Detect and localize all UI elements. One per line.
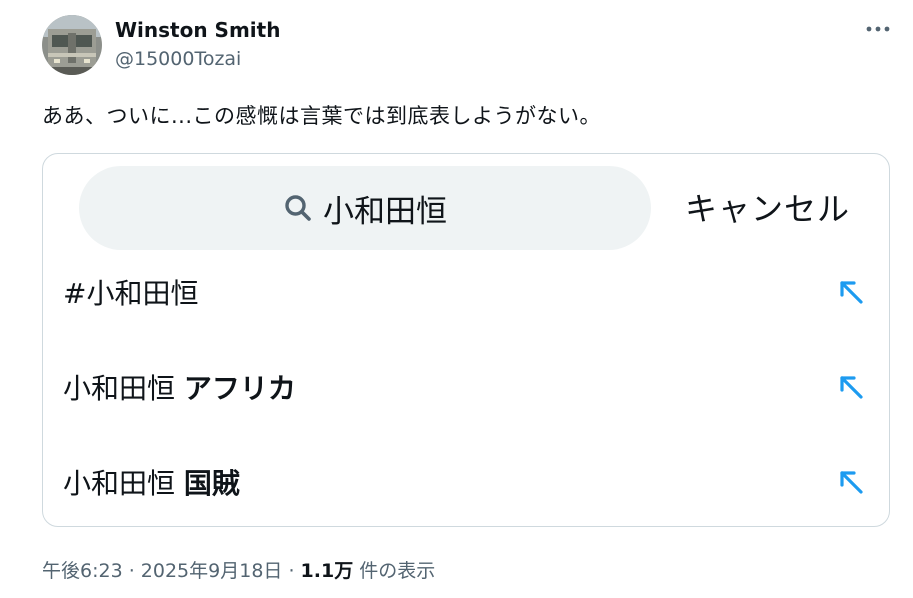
author-handle[interactable]: @15000Tozai (115, 48, 241, 70)
search-suggestion: 小和田恒 アフリカ (43, 342, 889, 432)
avatar[interactable] (42, 15, 102, 75)
more-horizontal-icon (866, 26, 890, 32)
arrow-up-left-icon (840, 376, 863, 399)
search-bar: 小和田恒 (79, 166, 651, 250)
suggestion-term: #小和田恒 (63, 277, 199, 310)
views-label: 件の表示 (353, 560, 436, 582)
suggestion-term: 小和田恒 (63, 467, 184, 500)
search-query: 小和田恒 (323, 193, 447, 230)
search-suggestion: #小和田恒 (43, 247, 889, 337)
arrow-up-left-icon (840, 281, 863, 304)
more-options-button[interactable] (862, 18, 894, 40)
views-count[interactable]: 1.1万 (301, 560, 354, 582)
suggestion-term: 小和田恒 (63, 372, 184, 405)
search-icon (285, 195, 311, 221)
search-screenshot-card[interactable]: 小和田恒 キャンセル #小和田恒 小和田恒 アフリカ 小和田恒 国賊 (42, 153, 890, 527)
suggestion-bold-term: 国賊 (183, 467, 240, 500)
tweet-text: ああ、ついに...この感慨は言葉では到底表しようがない。 (42, 104, 602, 128)
tweet-footer: 午後6:23 · 2025年9月18日 · 1.1万 件の表示 (42, 556, 435, 583)
tweet: Winston Smith @15000Tozai ああ、ついに...この感慨は… (0, 0, 913, 598)
search-suggestion: 小和田恒 国賊 (43, 437, 889, 526)
cancel-button: キャンセル (685, 190, 851, 228)
timestamp[interactable]: 午後6:23 · 2025年9月18日 · (42, 560, 301, 582)
avatar-train-image (42, 15, 102, 75)
suggestion-text: 小和田恒 国賊 (63, 462, 240, 502)
suggestion-text: #小和田恒 (63, 272, 198, 312)
suggestion-text: 小和田恒 アフリカ (63, 367, 296, 407)
suggestion-bold-term: アフリカ (183, 372, 296, 405)
arrow-up-left-icon (840, 471, 863, 494)
author-display-name[interactable]: Winston Smith (115, 18, 280, 42)
